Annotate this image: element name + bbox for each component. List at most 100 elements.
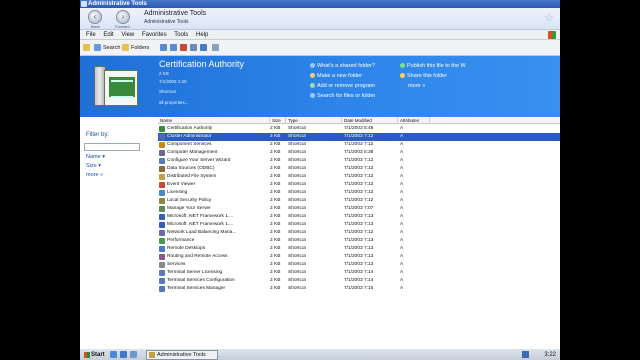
file-date: 7/1/2003 7:12 [344,190,374,195]
move-to-button[interactable] [160,43,169,53]
task-add-remove-program[interactable]: Add or remove program [310,82,375,90]
file-name: Microsoft .NET Framework 1.... [167,214,234,219]
file-row[interactable]: Event Viewer 2 KB Shortcut 7/1/2003 7:12 A [158,181,560,189]
file-size: 2 KB [270,230,281,235]
menu-view[interactable]: View [121,30,134,40]
file-row[interactable]: Licensing 2 KB Shortcut 7/1/2003 7:12 A [158,189,560,197]
filter-name[interactable]: Name ▾ [86,154,105,160]
selected-item-title: Certification Authority [159,59,245,69]
copy-to-button[interactable] [170,43,179,53]
file-row[interactable]: Component Services 2 KB Shortcut 7/1/2003 7… [158,141,560,149]
file-row[interactable]: Local Security Policy 2 KB Shortcut 7/1/200… [158,197,560,205]
filter-more[interactable]: more » [86,172,103,178]
file-type: Shortcut [288,126,306,131]
up-button[interactable] [83,43,92,53]
file-date: 7/1/2003 7:12 [344,182,374,187]
window-titlebar[interactable]: Administrative Tools [80,0,560,8]
file-size: 2 KB [270,182,281,187]
task-more[interactable]: more » [408,82,425,90]
file-row[interactable]: Microsoft .NET Framework 1.... 2 KB Shortc… [158,213,560,221]
back-button[interactable]: ‹ [88,10,102,24]
task-publish-web[interactable]: Publish this file to the W [400,62,466,70]
column-size[interactable]: Size [270,117,286,124]
network-tray-icon[interactable] [522,351,529,358]
shortcut-icon [159,254,165,260]
menu-favorites[interactable]: Favorites [142,30,167,40]
views-button[interactable] [200,43,209,53]
file-attr: A [400,278,404,283]
up-folder-icon [83,44,90,52]
undo-icon [190,44,197,52]
file-row[interactable]: Terminal Services Configuration 2 KB Short… [158,277,560,285]
filter-input[interactable] [84,143,140,151]
task-label: Publish this file to the W [407,63,466,69]
task-make-new-folder[interactable]: Make a new folder [310,72,362,80]
file-row[interactable]: Configure Your Server Wizard 2 KB Shortcut… [158,157,560,165]
file-name: Local Security Policy [167,198,212,203]
menu-file[interactable]: File [86,30,96,40]
shortcut-icon [159,286,165,292]
file-attr: A [400,198,404,203]
forward-button[interactable]: › [116,10,130,24]
column-type[interactable]: Type [286,117,342,124]
properties-button[interactable] [212,43,221,53]
file-row[interactable]: Manage Your Server 2 KB Shortcut 7/1/2003 7… [158,205,560,213]
file-row[interactable]: Distributed File System 2 KB Shortcut 7/1/2… [158,173,560,181]
filter-size[interactable]: Size ▾ [86,163,101,169]
file-date: 7/1/2003 7:12 [344,166,374,171]
file-row[interactable]: Network Load Balancing Mana... 2 KB Shortc… [158,229,560,237]
file-attr: A [400,230,404,235]
file-row[interactable]: Computer Management 2 KB Shortcut 7/1/2003 … [158,149,560,157]
menu-tools[interactable]: Tools [174,30,188,40]
file-row[interactable]: Routing and Remote Access 2 KB Shortcut 7/1… [158,253,560,261]
start-button[interactable]: Start [82,350,106,360]
file-attr: A [400,158,404,163]
taskbar-item-administrative-tools[interactable]: Administrative Tools [146,350,218,360]
delete-button[interactable] [180,43,189,53]
file-attr: A [400,150,404,155]
location-breadcrumb[interactable]: Administrative Tools [144,19,188,25]
filter-by-label: Filter by: [86,132,110,138]
file-row[interactable]: Data Sources (ODBC) 2 KB Shortcut 7/1/2003 … [158,165,560,173]
publish-icon [400,63,405,69]
file-row[interactable]: Certification Authority 2 KB Shortcut 7/1/2… [158,125,560,133]
windows-explorer-icon[interactable] [130,351,137,358]
file-date: 7/1/2003 5:48 [344,126,374,131]
task-whats-shared-folder[interactable]: What's a shared folder? [310,62,375,70]
task-search-files[interactable]: Search for files or folder [310,92,375,100]
filter-more-label: more [86,172,99,178]
undo-button[interactable] [190,43,199,53]
file-row[interactable]: Microsoft .NET Framework 1.... 2 KB Shortc… [158,221,560,229]
clock[interactable]: 3:22 [544,349,556,360]
file-list: Name Size Type Date Modified Attributes … [158,117,560,348]
file-type: Shortcut [288,230,306,235]
internet-explorer-icon[interactable] [120,351,127,358]
file-row[interactable]: Services 2 KB Shortcut 7/1/2003 7:13 A [158,261,560,269]
all-properties-link[interactable]: all properties... [159,100,189,105]
file-name: Services [167,262,186,267]
folders-button[interactable]: Folders [122,43,149,53]
help-icon [310,63,315,69]
search-button[interactable]: Search [94,43,120,53]
file-attr: A [400,246,404,251]
taskbar: Start Administrative Tools 3:22 [80,348,560,360]
file-date: 7/1/2003 7:13 [344,246,374,251]
column-date-modified[interactable]: Date Modified [342,117,398,124]
menu-edit[interactable]: Edit [103,30,113,40]
show-desktop-icon[interactable] [110,351,117,358]
file-row[interactable]: Terminal Server Licensing 2 KB Shortcut 7/1… [158,269,560,277]
column-attributes[interactable]: Attributes [398,117,430,124]
file-row[interactable]: Remote Desktops 2 KB Shortcut 7/1/2003 7:13… [158,245,560,253]
menu-help[interactable]: Help [196,30,208,40]
navigation-bar: ‹ Back › Forward Administrative Tools Ad… [80,8,560,30]
task-share-folder[interactable]: Share this folder [400,72,447,80]
file-row[interactable]: Terminal Services Manager 2 KB Shortcut 7/1… [158,285,560,293]
favorite-star-icon[interactable]: ☆ [544,11,554,24]
shortcut-icon [159,134,165,140]
file-attr: A [400,270,404,275]
file-row[interactable]: Performance 2 KB Shortcut 7/1/2003 7:13 A [158,237,560,245]
column-name[interactable]: Name [158,117,270,124]
file-size: 2 KB [270,150,281,155]
search-label: Search [103,45,121,51]
file-row[interactable]: Cluster Administrator 2 KB Shortcut 7/1/200… [158,133,560,141]
